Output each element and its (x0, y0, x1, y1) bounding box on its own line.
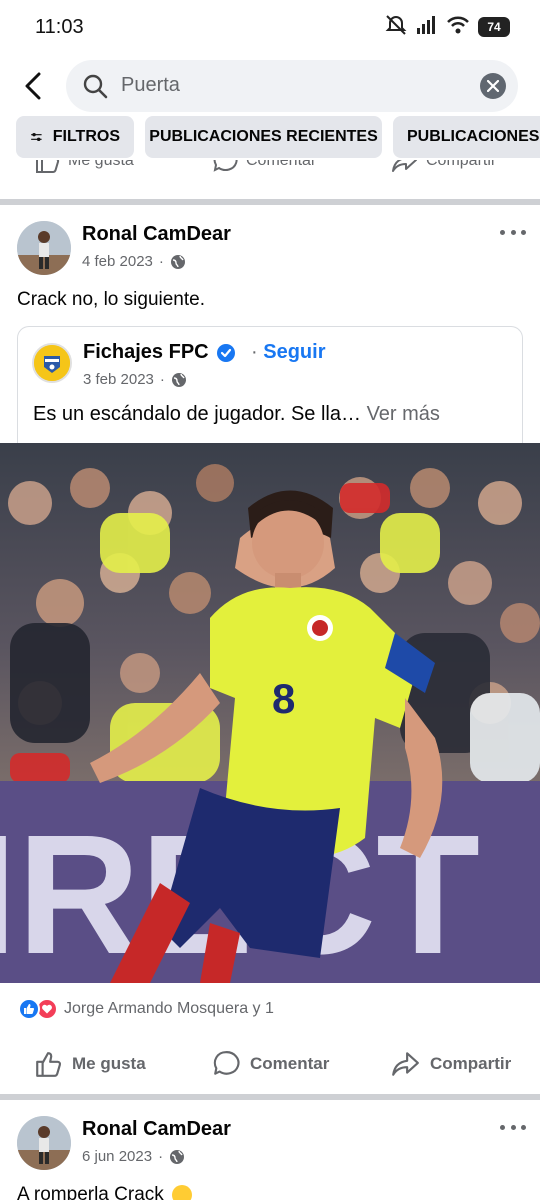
post-author[interactable]: Ronal CamDear (82, 223, 231, 246)
posts-chip-partial[interactable]: PUBLICACIONES C (393, 116, 540, 158)
post-header: Ronal CamDear 6 jun 2023 · (0, 1116, 540, 1178)
comment-label: Comentar (250, 1054, 330, 1073)
search-input[interactable]: Puerta (66, 60, 518, 112)
like-button[interactable]: Me gusta (34, 1040, 146, 1088)
jersey-number: 8 (272, 675, 295, 722)
prev-comment-label: Comentar (246, 160, 317, 169)
share-label: Compartir (430, 1054, 512, 1073)
shared-meta-dot: · (159, 371, 165, 388)
previous-post-actions: Me gusta Comentar Compartir (0, 160, 540, 182)
back-button[interactable] (16, 68, 50, 104)
wifi-icon (446, 15, 470, 40)
reaction-names: Jorge Armando Mosquera y 1 (64, 1000, 274, 1017)
post-meta: 6 jun 2023 · (82, 1148, 185, 1165)
clear-search-button[interactable] (480, 73, 506, 99)
meta-dot: · (158, 253, 164, 270)
battery-indicator: 74 (478, 17, 510, 37)
post-date[interactable]: 4 feb 2023 (82, 253, 153, 270)
follow-label: Seguir (263, 341, 326, 363)
feed-separator (0, 1094, 540, 1100)
post2-text-body: A romperla Crack (17, 1184, 164, 1200)
prev-share-label: Compartir (426, 160, 497, 169)
share-icon (392, 1052, 419, 1076)
filter-chips: FILTROS PUBLICACIONES RECIENTES PUBLICAC… (0, 116, 540, 160)
post-meta: 4 feb 2023 · (82, 253, 186, 270)
search-query: Puerta (121, 74, 180, 96)
shared-page-name[interactable]: Fichajes FPC (83, 341, 209, 364)
status-time: 11:03 (35, 16, 84, 38)
shared-post-card[interactable]: Fichajes FPC · Seguir 3 feb 2023 · Es un… (17, 326, 523, 444)
share-icon (392, 160, 417, 172)
comment-button[interactable]: Comentar (212, 1040, 329, 1088)
post-date[interactable]: 6 jun 2023 (82, 1148, 152, 1165)
filters-chip-label: FILTROS (52, 128, 120, 145)
globe-icon (170, 1149, 185, 1164)
post-text: A romperla Crack (17, 1183, 194, 1200)
like-reaction-icon (18, 998, 40, 1020)
prev-like-label: Me gusta (68, 160, 134, 169)
status-bar: 11:03 74 (0, 0, 540, 52)
page-avatar[interactable] (32, 343, 72, 383)
post-header: Ronal CamDear 4 feb 2023 · (0, 221, 540, 283)
search-icon (82, 73, 108, 104)
prev-share-button[interactable]: Compartir (390, 160, 496, 174)
filter-sliders-icon (31, 132, 42, 142)
comment-icon (213, 1051, 240, 1075)
shared-text-body: Es un escándalo de jugador. Se lla… (33, 403, 361, 425)
comment-icon (213, 160, 238, 172)
follow-link[interactable]: · Seguir (251, 341, 325, 364)
like-icon (36, 160, 60, 173)
meta-dot: · (158, 1148, 164, 1165)
cellular-icon (416, 15, 438, 40)
post-action-bar: Me gusta Comentar Compartir (0, 1040, 540, 1088)
globe-icon (171, 372, 186, 387)
post-author[interactable]: Ronal CamDear (82, 1118, 231, 1141)
filters-chip[interactable]: FILTROS (16, 116, 134, 158)
recent-posts-chip[interactable]: PUBLICACIONES RECIENTES (145, 116, 382, 158)
status-icons: 74 (384, 14, 510, 40)
prev-like-button[interactable]: Me gusta (34, 160, 134, 174)
share-button[interactable]: Compartir (390, 1040, 511, 1088)
globe-icon (170, 254, 185, 269)
post-photo[interactable]: IRECT 8 (0, 443, 540, 983)
feed-separator (0, 199, 540, 205)
like-icon (36, 1052, 62, 1077)
prev-comment-button[interactable]: Comentar (212, 160, 316, 174)
clear-icon (487, 80, 499, 92)
more-options-icon[interactable] (500, 1120, 526, 1134)
back-arrow-icon (25, 72, 41, 100)
post-text: Crack no, lo siguiente. (17, 289, 205, 310)
shared-meta: 3 feb 2023 · (83, 371, 187, 388)
like-label: Me gusta (72, 1054, 146, 1073)
shared-text: Es un escándalo de jugador. Se lla… Ver … (33, 403, 440, 426)
search-header: Puerta (0, 58, 540, 114)
follow-dot: · (251, 341, 258, 363)
more-options-icon[interactable] (500, 225, 526, 239)
see-more-link[interactable]: Ver más (367, 403, 440, 425)
avatar[interactable] (17, 1116, 71, 1170)
reaction-summary[interactable]: Jorge Armando Mosquera y 1 (18, 996, 274, 1022)
fist-emoji-icon (171, 1185, 192, 1200)
verified-badge-icon (216, 343, 236, 368)
signal-muted-icon (384, 13, 408, 42)
avatar[interactable] (17, 221, 71, 275)
shared-date[interactable]: 3 feb 2023 (83, 371, 154, 388)
